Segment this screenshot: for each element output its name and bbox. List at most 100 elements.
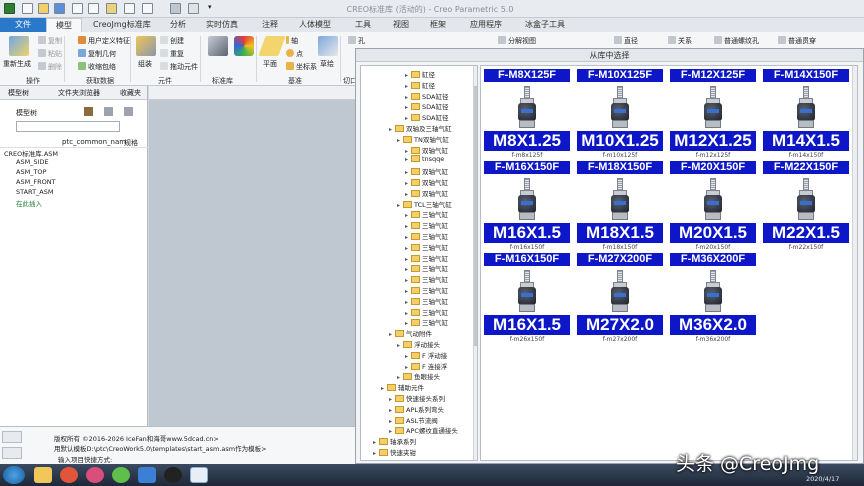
assemble-label[interactable]: 组装: [138, 59, 152, 69]
part-card[interactable]: F-M16X150F M16X1.5 f-m16x150f: [484, 161, 570, 257]
copy-button[interactable]: 复制: [38, 36, 62, 46]
taskbar-folder-icon[interactable]: [34, 467, 52, 483]
folder-tree-item[interactable]: ▸ F 浮动接: [405, 350, 447, 360]
user-feature-button[interactable]: 用户定义特征: [78, 36, 130, 46]
undo-icon[interactable]: [72, 3, 83, 14]
part-card[interactable]: F-M20X150F M20X1.5 f-m20x150f: [670, 161, 756, 257]
tab-model-tree[interactable]: 模型树: [8, 88, 29, 98]
axis-button[interactable]: 轴: [286, 36, 298, 46]
new-file-icon[interactable]: [22, 3, 33, 14]
copy-geometry-button[interactable]: 复制几何: [78, 49, 116, 59]
start-button-icon[interactable]: [3, 466, 25, 484]
folder-tree-item[interactable]: ▸ tnsqqe: [405, 155, 444, 163]
part-card[interactable]: F-M12X125F M12X1.25 f-m12x125f: [670, 69, 756, 165]
folder-tree-item[interactable]: ▸ 双轴气缸: [405, 188, 448, 198]
folder-tree-item[interactable]: ▸ 气动附件: [389, 328, 432, 338]
tab-creojmg-library[interactable]: CreoJmg标准库: [93, 18, 151, 32]
folder-tree-item[interactable]: ▸ 三轴气缸: [405, 209, 448, 219]
folder-tree-item[interactable]: ▸ APC螺纹直通接头: [389, 425, 458, 435]
paste-button[interactable]: 粘贴: [38, 49, 62, 59]
display-icon[interactable]: [188, 3, 199, 14]
taskbar-creo-icon[interactable]: [190, 467, 208, 483]
tab-live-simulation[interactable]: 实时仿真: [206, 18, 238, 32]
folder-tree-item[interactable]: ▸ 辅助元件: [381, 382, 424, 392]
tree-item-asm-top[interactable]: ASM_TOP: [16, 168, 46, 176]
tab-human-model[interactable]: 人体模型: [299, 18, 331, 32]
sketch-label[interactable]: 草绘: [320, 59, 334, 69]
part-card[interactable]: F-M18X150F M18X1.5 f-m18x150f: [577, 161, 663, 257]
folder-tree-item[interactable]: ▸ 缸径: [405, 69, 435, 79]
message-toggle-icon[interactable]: [2, 431, 22, 443]
folder-tree-item[interactable]: ▸ 三轴气缸: [405, 253, 448, 263]
regenerate-icon[interactable]: [9, 36, 29, 56]
folder-tree-item[interactable]: ▸ APL系列弯头: [389, 404, 444, 414]
creo-logo-icon[interactable]: [4, 3, 15, 14]
redo-icon[interactable]: [88, 3, 99, 14]
tab-model[interactable]: 模型: [46, 18, 82, 32]
thread-through-button[interactable]: 普通贯穿: [778, 36, 816, 46]
tree-columns-icon[interactable]: [124, 107, 133, 116]
folder-tree-item[interactable]: ▸ 三轴气缸: [405, 317, 448, 327]
assemble-icon[interactable]: [136, 36, 156, 56]
window-icon[interactable]: [124, 3, 135, 14]
folder-tree-item[interactable]: ▸ 双轴气缸: [405, 145, 448, 155]
delete-button[interactable]: 删除: [38, 62, 62, 72]
tab-tools[interactable]: 工具: [355, 18, 371, 32]
tab-favorites[interactable]: 收藏夹: [120, 88, 141, 98]
folder-tree-item[interactable]: ▸ 三轴气缸: [405, 274, 448, 284]
plane-icon[interactable]: [258, 36, 286, 56]
folder-tree-item[interactable]: ▸ 轴承系列: [373, 436, 416, 446]
tab-icebox-tools[interactable]: 冰盒子工具: [525, 18, 565, 32]
csys-button[interactable]: 坐标系: [286, 62, 317, 72]
folder-tree-item[interactable]: ▸ 双轴气缸: [405, 177, 448, 187]
relation-button[interactable]: 关系: [668, 36, 692, 46]
tree-item-root-asm[interactable]: CREO标准库.ASM: [4, 148, 58, 158]
column-ptc-common-name[interactable]: ptc_common_nam: [62, 138, 126, 146]
tab-annotate[interactable]: 注释: [262, 18, 278, 32]
folder-tree-item[interactable]: ▸ 三轴气缸: [405, 242, 448, 252]
standard-library-icon[interactable]: [208, 36, 228, 56]
graphics-viewport[interactable]: [149, 86, 355, 426]
taskbar-chat-icon[interactable]: [112, 467, 130, 483]
folder-tree-item[interactable]: ▸ SDA缸径: [405, 91, 448, 101]
part-card[interactable]: F-M22X150F M22X1.5 f-m22x150f: [763, 161, 849, 257]
plane-label[interactable]: 平面: [263, 59, 277, 69]
tree-filter-icon[interactable]: [104, 107, 113, 116]
part-card[interactable]: F-M10X125F M10X1.25 f-m10x125f: [577, 69, 663, 165]
folder-tree-item[interactable]: ▸ 双轴气缸: [405, 166, 448, 176]
folder-tree-item[interactable]: ▸ TCL三轴气缸: [397, 199, 452, 209]
folder-tree-item[interactable]: ▸ TN双轴气缸: [397, 134, 449, 144]
tab-framework[interactable]: 框架: [430, 18, 446, 32]
folder-tree-item[interactable]: ▸ 三轴气缸: [405, 285, 448, 295]
tree-item-start-asm[interactable]: START_ASM: [16, 188, 53, 196]
tab-applications[interactable]: 应用程序: [470, 18, 502, 32]
tree-item-asm-side[interactable]: ASM_SIDE: [16, 158, 49, 166]
folder-tree-item[interactable]: ▸ ASL节流阀: [389, 415, 438, 425]
tree-item-asm-front[interactable]: ASM_FRONT: [16, 178, 56, 186]
thread-hole-button[interactable]: 普通螺纹孔: [714, 36, 759, 46]
tab-file[interactable]: 文件: [0, 18, 46, 32]
exploded-view-button[interactable]: 分解视图: [498, 36, 536, 46]
taskbar-browser-icon[interactable]: [60, 467, 78, 483]
pull-component-button[interactable]: 拖动元件: [160, 62, 198, 72]
folder-tree-item[interactable]: ▸ F 连接浮: [405, 361, 447, 371]
taskbar-app-icon[interactable]: [138, 467, 156, 483]
part-card[interactable]: F-M8X125F M8X1.25 f-m8x125f: [484, 69, 570, 165]
folder-tree-item[interactable]: ▸ 浮动接头: [397, 339, 440, 349]
part-card[interactable]: F-M36X200F M36X2.0 f-m36x200f: [670, 253, 756, 349]
folder-tree-scrollbar[interactable]: [473, 66, 477, 460]
sketch-icon[interactable]: [318, 36, 338, 56]
regenerate-label[interactable]: 重新生成: [3, 59, 31, 69]
repeat-button[interactable]: 重复: [160, 49, 184, 59]
diameter-button[interactable]: 直径: [614, 36, 638, 46]
tab-folder-browser[interactable]: 文件夹浏览器: [58, 88, 100, 98]
open-file-icon[interactable]: [38, 3, 49, 14]
tree-settings-icon[interactable]: [84, 107, 93, 116]
folder-tree-item[interactable]: ▸ SDA缸径: [405, 112, 448, 122]
tab-analysis[interactable]: 分析: [170, 18, 186, 32]
tree-item-insert-here[interactable]: 在此插入: [16, 198, 42, 208]
taskbar-qq-icon[interactable]: [164, 467, 182, 483]
folder-tree-item[interactable]: ▸ 三轴气缸: [405, 231, 448, 241]
part-card[interactable]: F-M27X200F M27X2.0 f-m27x200f: [577, 253, 663, 349]
part-card[interactable]: F-M16X150F M16X1.5 f-m26x150f: [484, 253, 570, 349]
